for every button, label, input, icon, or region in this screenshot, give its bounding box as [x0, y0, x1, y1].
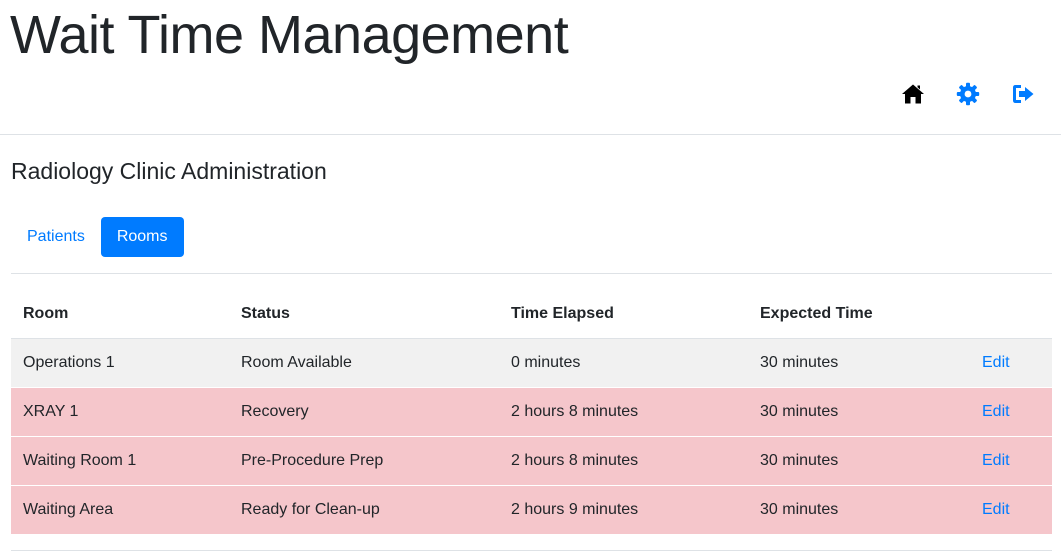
table-row: Waiting Room 1 Pre-Procedure Prep 2 hour… [11, 436, 1052, 486]
table-row: XRAY 1 Recovery 2 hours 8 minutes 30 min… [11, 387, 1052, 437]
column-header-status: Status [229, 290, 499, 339]
cell-expected-time: 30 minutes [748, 338, 970, 388]
cell-room: Operations 1 [11, 338, 229, 388]
table-header-row: Room Status Time Elapsed Expected Time [11, 290, 1052, 339]
cell-expected-time: 30 minutes [748, 436, 970, 486]
cell-time-elapsed: 2 hours 8 minutes [499, 436, 748, 486]
edit-link[interactable]: Edit [982, 452, 1010, 469]
table-header: Room Status Time Elapsed Expected Time [11, 290, 1052, 339]
column-header-expected-time: Expected Time [748, 290, 970, 339]
cell-status: Recovery [229, 387, 499, 437]
cell-actions: Edit [970, 387, 1052, 437]
cell-actions: Edit [970, 436, 1052, 486]
cell-room: Waiting Room 1 [11, 436, 229, 486]
tab-bar: Patients Rooms [11, 217, 184, 257]
cell-status: Pre-Procedure Prep [229, 436, 499, 486]
cell-expected-time: 30 minutes [748, 387, 970, 437]
cell-room: XRAY 1 [11, 387, 229, 437]
home-icon[interactable] [901, 82, 925, 106]
column-header-time-elapsed: Time Elapsed [499, 290, 748, 339]
sign-out-icon[interactable] [1011, 82, 1035, 106]
edit-link[interactable]: Edit [982, 403, 1010, 420]
tab-rooms[interactable]: Rooms [100, 217, 184, 257]
rooms-table: Room Status Time Elapsed Expected Time O… [11, 290, 1052, 534]
cell-time-elapsed: 0 minutes [499, 338, 748, 388]
table-row: Waiting Area Ready for Clean-up 2 hours … [11, 485, 1052, 534]
edit-link[interactable]: Edit [982, 501, 1010, 518]
table-body: Operations 1 Room Available 0 minutes 30… [11, 338, 1052, 534]
header-icon-bar [901, 82, 1035, 106]
table-bottom-divider [11, 550, 1052, 551]
table-row: Operations 1 Room Available 0 minutes 30… [11, 338, 1052, 388]
cell-expected-time: 30 minutes [748, 485, 970, 534]
app-title: Wait Time Management [10, 5, 569, 65]
cell-time-elapsed: 2 hours 9 minutes [499, 485, 748, 534]
cell-room: Waiting Area [11, 485, 229, 534]
header-divider [0, 134, 1061, 135]
page-subtitle: Radiology Clinic Administration [11, 158, 327, 184]
column-header-room: Room [11, 290, 229, 339]
cell-status: Ready for Clean-up [229, 485, 499, 534]
tab-patients[interactable]: Patients [11, 217, 101, 257]
edit-link[interactable]: Edit [982, 354, 1010, 371]
cell-time-elapsed: 2 hours 8 minutes [499, 387, 748, 437]
cell-actions: Edit [970, 338, 1052, 388]
gear-icon[interactable] [956, 82, 980, 106]
tabs-divider [11, 273, 1052, 274]
cell-actions: Edit [970, 485, 1052, 534]
page: Wait Time Management Radiology Clinic Ad… [0, 0, 1061, 557]
column-header-actions [970, 290, 1052, 339]
cell-status: Room Available [229, 338, 499, 388]
